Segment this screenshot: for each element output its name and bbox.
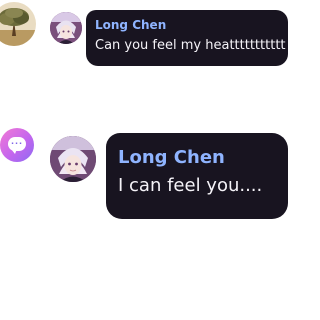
character-avatar[interactable] <box>50 12 82 44</box>
message-bubble[interactable]: Long Chen I can feel you.... <box>106 133 288 219</box>
message-text: I can feel you.... <box>118 175 263 196</box>
chat-message-row: ··· Long Chen I can feel you.... <box>0 120 294 230</box>
character-avatar[interactable] <box>50 136 96 182</box>
chat-app-icon[interactable]: ··· <box>0 128 34 162</box>
anime-character-icon <box>50 12 82 44</box>
sender-name[interactable]: Long Chen <box>95 17 288 33</box>
sender-name[interactable]: Long Chen <box>118 147 288 169</box>
chat-message-row: Long Chen Can you feel my heattttttttttt <box>0 0 294 80</box>
message-bubble[interactable]: Long Chen Can you feel my heattttttttttt <box>86 10 288 66</box>
message-text: Can you feel my heattttttttttt <box>95 38 286 53</box>
ellipsis-icon: ··· <box>10 139 24 148</box>
tree-photo-icon <box>0 2 36 46</box>
anime-character-icon <box>50 136 96 182</box>
chat-bubble-icon: ··· <box>8 137 26 154</box>
user-avatar[interactable] <box>0 2 36 46</box>
